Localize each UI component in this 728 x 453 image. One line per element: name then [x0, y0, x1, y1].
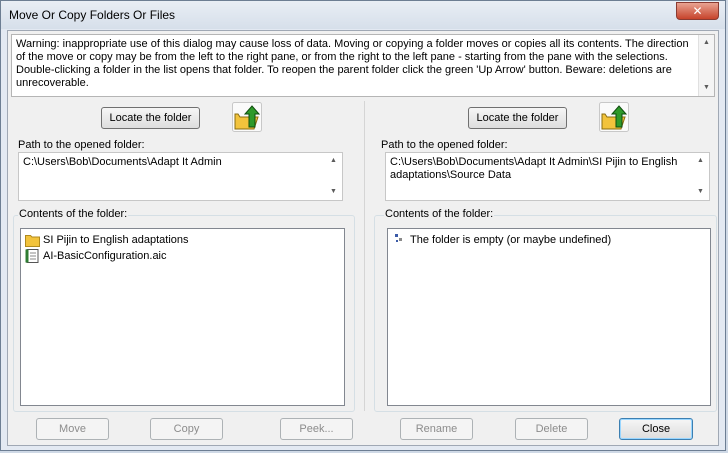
- left-contents-label: Contents of the folder:: [18, 208, 129, 220]
- left-path-scrollbar[interactable]: ▲ ▼: [326, 153, 342, 200]
- config-file-icon: [25, 249, 39, 263]
- list-item-name: SI Pijin to English adaptations: [43, 234, 189, 246]
- right-up-folder-icon[interactable]: [599, 102, 629, 132]
- list-item[interactable]: SI Pijin to English adaptations: [21, 232, 344, 248]
- warning-textbox: Warning: inappropriate use of this dialo…: [11, 34, 715, 97]
- list-item[interactable]: AI-BasicConfiguration.aic: [21, 248, 344, 264]
- folder-icon: [25, 235, 40, 247]
- title-bar: Move Or Copy Folders Or Files ✕: [1, 1, 725, 29]
- dialog-client-area: Warning: inappropriate use of this dialo…: [7, 30, 719, 446]
- window-close-button[interactable]: ✕: [676, 2, 719, 20]
- copy-button[interactable]: Copy: [150, 418, 223, 440]
- empty-indicator-icon: [395, 234, 402, 242]
- left-locate-folder-button[interactable]: Locate the folder: [101, 107, 200, 129]
- dialog-window: Move Or Copy Folders Or Files ✕ Warning:…: [0, 0, 726, 451]
- scroll-down-icon[interactable]: ▼: [693, 185, 708, 199]
- list-item-name: The folder is empty (or maybe undefined): [410, 234, 612, 246]
- right-path-scrollbar[interactable]: ▲ ▼: [693, 153, 709, 200]
- right-path-field[interactable]: C:\Users\Bob\Documents\Adapt It Admin\SI…: [385, 152, 710, 201]
- right-contents-label: Contents of the folder:: [384, 208, 495, 220]
- rename-button[interactable]: Rename: [400, 418, 473, 440]
- move-button[interactable]: Move: [36, 418, 109, 440]
- list-item[interactable]: The folder is empty (or maybe undefined): [388, 232, 710, 248]
- warning-text: Warning: inappropriate use of this dialo…: [16, 38, 689, 89]
- list-item-name: AI-BasicConfiguration.aic: [43, 250, 167, 262]
- peek-button[interactable]: Peek...: [280, 418, 353, 440]
- scroll-up-icon[interactable]: ▲: [693, 154, 708, 168]
- left-path-field[interactable]: C:\Users\Bob\Documents\Adapt It Admin ▲ …: [18, 152, 343, 201]
- pane-divider: [364, 101, 365, 411]
- scroll-down-icon[interactable]: ▼: [326, 185, 341, 199]
- right-path-value: C:\Users\Bob\Documents\Adapt It Admin\SI…: [390, 156, 678, 181]
- left-contents-list[interactable]: SI Pijin to English adaptations AI-Basic…: [20, 228, 345, 406]
- right-contents-list[interactable]: The folder is empty (or maybe undefined): [387, 228, 711, 406]
- scroll-up-icon[interactable]: ▲: [326, 154, 341, 168]
- left-path-label: Path to the opened folder:: [18, 139, 145, 151]
- delete-button[interactable]: Delete: [515, 418, 588, 440]
- left-up-folder-icon[interactable]: [232, 102, 262, 132]
- scroll-up-icon[interactable]: ▲: [699, 36, 714, 50]
- right-path-label: Path to the opened folder:: [381, 139, 508, 151]
- warning-scrollbar[interactable]: ▲ ▼: [698, 35, 714, 96]
- scroll-down-icon[interactable]: ▼: [699, 81, 714, 95]
- right-locate-folder-button[interactable]: Locate the folder: [468, 107, 567, 129]
- close-button[interactable]: Close: [619, 418, 693, 440]
- window-title: Move Or Copy Folders Or Files: [9, 8, 176, 22]
- left-path-value: C:\Users\Bob\Documents\Adapt It Admin: [23, 156, 222, 168]
